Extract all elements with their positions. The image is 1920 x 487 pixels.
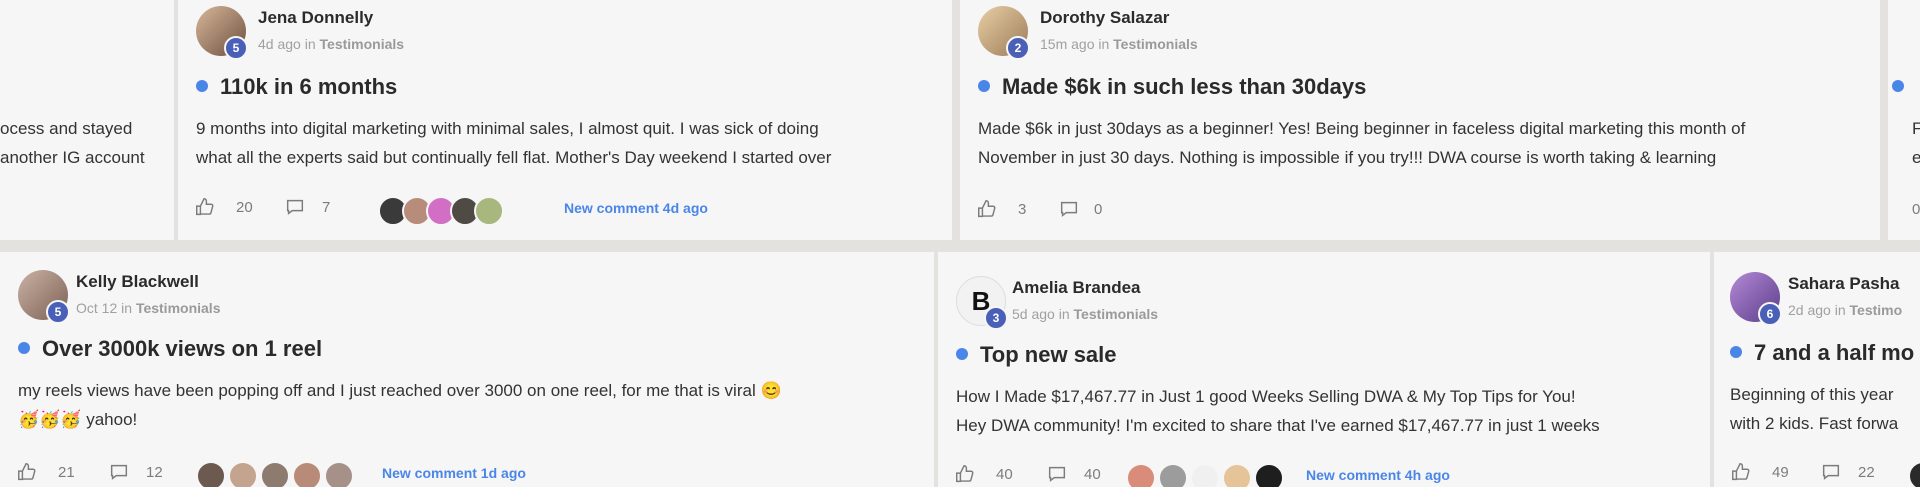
unread-dot [1892, 80, 1904, 92]
post-body: my reels views have been popping off and… [18, 381, 782, 429]
commenter-avatar [1190, 463, 1220, 487]
like-count: 21 [58, 464, 75, 481]
commenter-avatar [292, 461, 322, 487]
like-count: 49 [1772, 464, 1789, 481]
category-link[interactable]: Testimonials [1113, 36, 1198, 52]
unread-dot [978, 80, 990, 93]
post-footer: 49 22 [1730, 461, 1920, 487]
author-name[interactable]: Sahara Pasha [1788, 274, 1900, 294]
post-meta: 4d ago in Testimonials [258, 36, 405, 52]
author-name[interactable]: Amelia Brandea [1012, 278, 1141, 298]
comment-count: 40 [1084, 466, 1101, 483]
commenter-avatar [1222, 463, 1252, 487]
commenter-avatar [1158, 463, 1188, 487]
comment-bubble-icon[interactable] [1046, 463, 1068, 487]
post-body: 9 months into digital marketing with min… [196, 119, 832, 167]
level-badge: 3 [984, 306, 1008, 330]
unread-dot [1730, 346, 1742, 359]
post-footer: 3 0 [976, 198, 1276, 228]
comment-count: 7 [322, 199, 331, 216]
level-badge: 5 [46, 300, 70, 324]
commenter-avatar [228, 461, 258, 487]
like-count: 3 [1018, 201, 1027, 218]
comment-bubble-icon[interactable] [284, 196, 306, 222]
commenter-avatar [324, 461, 354, 487]
new-comment-link[interactable]: New comment 4d ago [564, 200, 708, 216]
post-meta: 5d ago in Testimonials [1012, 306, 1159, 322]
post-card-left-partial[interactable]: ocess and stayed another IG account [0, 0, 174, 240]
commenter-avatar [1126, 463, 1156, 487]
thumbs-up-icon[interactable] [194, 196, 216, 222]
post-footer: 21 12 New comment 1d ago [16, 461, 916, 487]
commenter-avatar [474, 196, 504, 226]
post-title[interactable]: Over 3000k views on 1 reel [18, 336, 322, 362]
like-count: 20 [236, 199, 253, 216]
thumbs-up-icon[interactable] [976, 198, 998, 224]
post-title[interactable]: 7 and a half mo [1730, 340, 1914, 366]
comment-bubble-icon[interactable] [1820, 461, 1842, 487]
post-body: Beginning of this year with 2 kids. Fast… [1730, 385, 1899, 433]
post-card-right-partial[interactable]: F e 0 [1888, 0, 1920, 240]
comment-count: 12 [146, 464, 163, 481]
author-name[interactable]: Jena Donnelly [258, 8, 373, 28]
category-link[interactable]: Testimonials [136, 300, 221, 316]
post-meta: Oct 12 in Testimonials [76, 300, 221, 316]
post-card-partial[interactable]: 6 Sahara Pasha 2d ago in Testimo 7 and a… [1714, 252, 1920, 487]
like-count: 40 [996, 466, 1013, 483]
comment-count: 22 [1858, 464, 1875, 481]
author-name[interactable]: Kelly Blackwell [76, 272, 199, 292]
post-title[interactable]: 110k in 6 months [196, 74, 397, 100]
unread-dot [956, 348, 968, 361]
post-footer: 40 40 New comment 4h ago [954, 463, 1694, 487]
post-card[interactable]: B 3 Amelia Brandea 5d ago in Testimonial… [938, 252, 1710, 487]
level-badge: 6 [1758, 302, 1782, 326]
unread-dot [196, 80, 208, 93]
thumbs-up-icon[interactable] [1730, 461, 1752, 487]
thumbs-up-icon[interactable] [16, 461, 38, 487]
post-meta: 2d ago in Testimo [1788, 302, 1903, 318]
new-comment-link[interactable]: New comment 1d ago [382, 465, 526, 481]
level-badge: 2 [1006, 36, 1030, 60]
post-title[interactable]: Made $6k in such less than 30days [978, 74, 1366, 100]
category-link[interactable]: Testimonials [1074, 306, 1159, 322]
commenter-avatar [1908, 461, 1920, 487]
category-link[interactable]: Testimo [1850, 302, 1903, 318]
commenter-avatar [196, 461, 226, 487]
level-badge: 5 [224, 36, 248, 60]
like-count: 0 [1912, 201, 1920, 218]
post-card[interactable]: 2 Dorothy Salazar 15m ago in Testimonial… [960, 0, 1880, 240]
post-card[interactable]: 5 Jena Donnelly 4d ago in Testimonials 1… [178, 0, 952, 240]
post-footer: 20 7 New comment 4d ago [194, 196, 934, 226]
post-title[interactable]: Top new sale [956, 342, 1117, 368]
unread-dot [18, 342, 30, 355]
comment-bubble-icon[interactable] [108, 461, 130, 487]
commenter-avatar [260, 461, 290, 487]
post-body: How I Made $17,467.77 in Just 1 good Wee… [956, 387, 1600, 435]
post-body-partial: F e [1912, 119, 1920, 167]
post-meta: 15m ago in Testimonials [1040, 36, 1198, 52]
thumbs-up-icon[interactable] [954, 463, 976, 487]
commenter-avatar [1254, 463, 1284, 487]
comment-bubble-icon[interactable] [1058, 198, 1080, 224]
category-link[interactable]: Testimonials [320, 36, 405, 52]
post-body-partial: ocess and stayed another IG account [0, 119, 145, 167]
comment-count: 0 [1094, 201, 1103, 218]
post-body: Made $6k in just 30days as a beginner! Y… [978, 119, 1746, 167]
new-comment-link[interactable]: New comment 4h ago [1306, 467, 1450, 483]
post-card[interactable]: 5 Kelly Blackwell Oct 12 in Testimonials… [0, 252, 934, 487]
author-name[interactable]: Dorothy Salazar [1040, 8, 1169, 28]
